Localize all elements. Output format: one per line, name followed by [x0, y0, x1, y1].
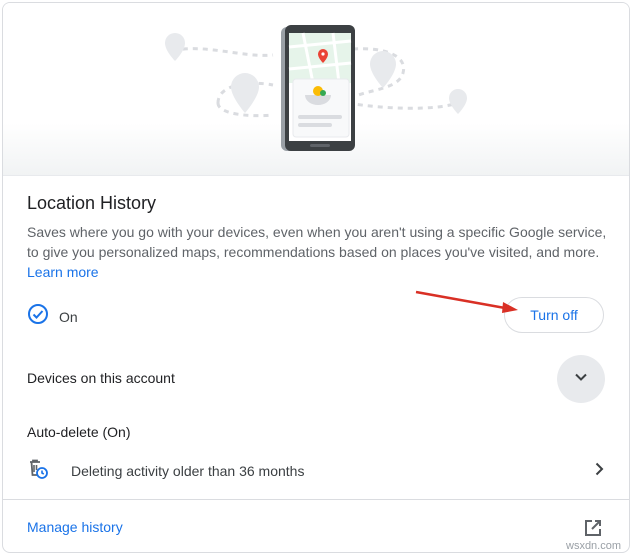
learn-more-link[interactable]: Learn more	[27, 264, 99, 280]
auto-delete-detail: Deleting activity older than 36 months	[71, 463, 305, 479]
turn-off-button[interactable]: Turn off	[504, 297, 604, 333]
status-row: On	[27, 303, 78, 330]
status-label: On	[59, 308, 78, 325]
location-history-card: Location History Saves where you go with…	[2, 2, 630, 553]
location-history-description: Saves where you go with your devices, ev…	[27, 222, 607, 282]
map-illustration	[165, 25, 467, 151]
manage-history-link[interactable]: Manage history	[27, 519, 123, 535]
check-circle-icon	[27, 303, 49, 330]
devices-label: Devices on this account	[27, 370, 175, 386]
auto-delete-title: Auto-delete (On)	[27, 424, 131, 440]
auto-delete-icon	[27, 458, 49, 485]
divider	[3, 499, 629, 500]
chevron-down-icon	[573, 369, 589, 390]
hero-illustration	[3, 3, 629, 176]
chevron-right-icon	[591, 461, 607, 482]
watermark: wsxdn.com	[566, 540, 622, 552]
auto-delete-row[interactable]: Deleting activity older than 36 months	[27, 455, 607, 487]
page-title: Location History	[27, 193, 157, 213]
description-text: Saves where you go with your devices, ev…	[27, 224, 607, 260]
expand-devices-button[interactable]	[557, 355, 605, 403]
